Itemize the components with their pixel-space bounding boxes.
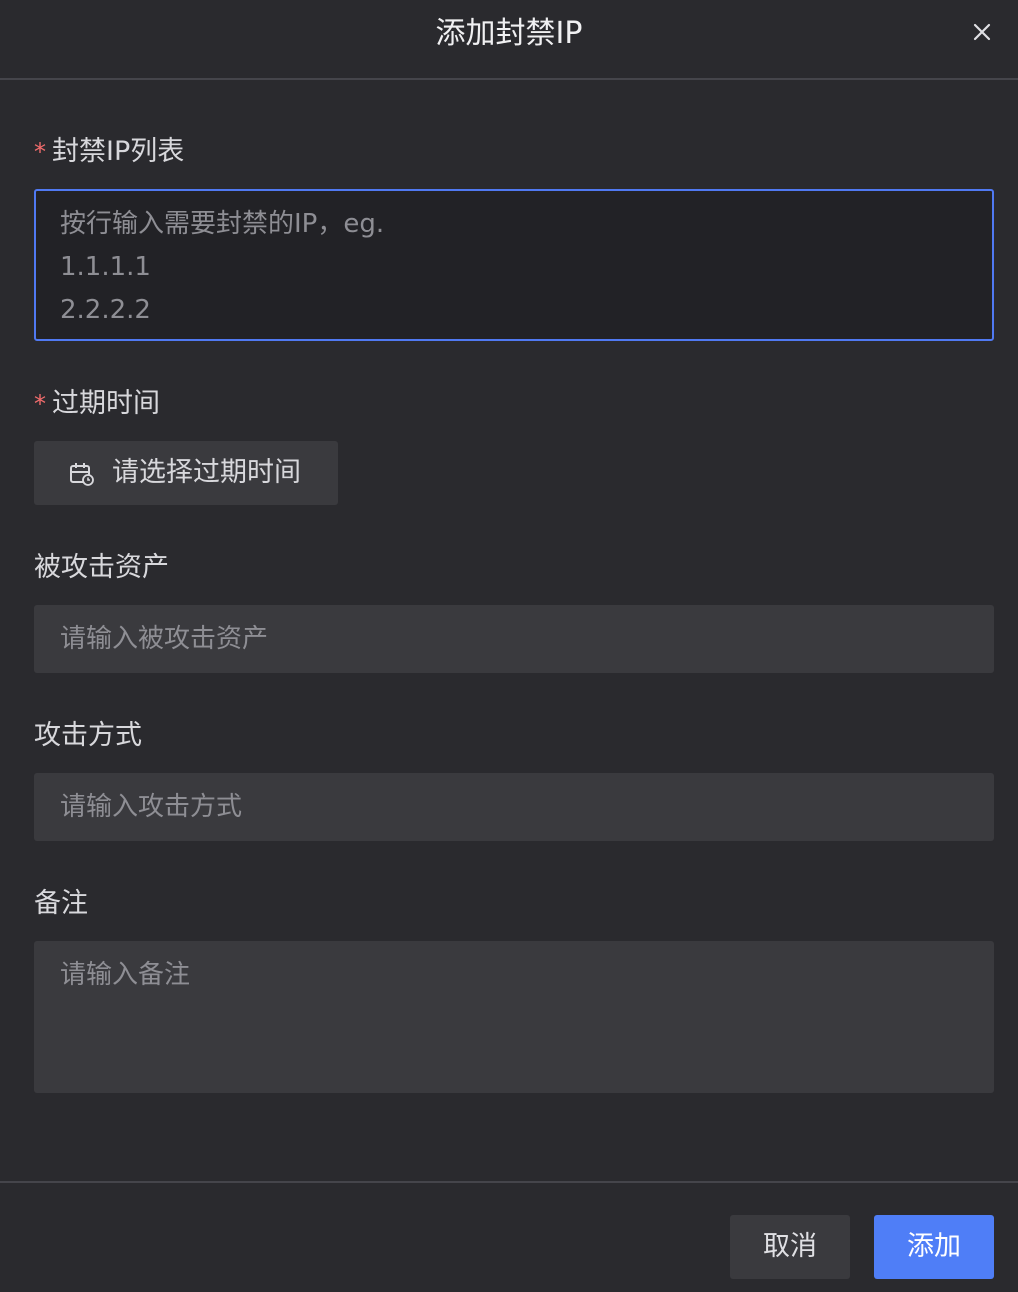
ip-list-label-text: 封禁IP列表 xyxy=(52,136,185,167)
calendar-clock-icon xyxy=(68,461,94,487)
footer-divider xyxy=(0,1181,1018,1183)
required-mark: * xyxy=(34,390,46,418)
note-textarea[interactable]: 请输入备注 xyxy=(34,941,994,1093)
attack-method-label: 攻击方式 xyxy=(34,720,142,751)
target-asset-label: 被攻击资产 xyxy=(34,552,169,583)
cancel-button[interactable]: 取消 xyxy=(730,1215,850,1279)
expire-time-placeholder: 请选择过期时间 xyxy=(112,457,301,488)
dialog-header: 添加封禁IP xyxy=(0,0,1018,80)
attack-method-input[interactable]: 请输入攻击方式 xyxy=(34,773,994,841)
expire-time-picker[interactable]: 请选择过期时间 xyxy=(34,441,338,505)
ip-list-label: * 封禁IP列表 xyxy=(34,132,184,172)
expire-time-label: * 过期时间 xyxy=(34,384,160,424)
dialog-title: 添加封禁IP xyxy=(435,16,583,51)
ip-list-textarea[interactable]: 按行输入需要封禁的IP，eg. 1.1.1.1 2.2.2.2 xyxy=(34,189,994,341)
close-button[interactable] xyxy=(966,16,998,48)
required-mark: * xyxy=(34,138,46,166)
add-button[interactable]: 添加 xyxy=(874,1215,994,1279)
expire-time-label-text: 过期时间 xyxy=(52,388,160,419)
close-icon xyxy=(973,23,991,41)
add-block-ip-dialog: 添加封禁IP * 封禁IP列表 按行输入需要封禁的IP，eg. 1.1.1.1 2… xyxy=(0,0,1018,1292)
note-label: 备注 xyxy=(34,888,88,919)
target-asset-input[interactable]: 请输入被攻击资产 xyxy=(34,605,994,673)
